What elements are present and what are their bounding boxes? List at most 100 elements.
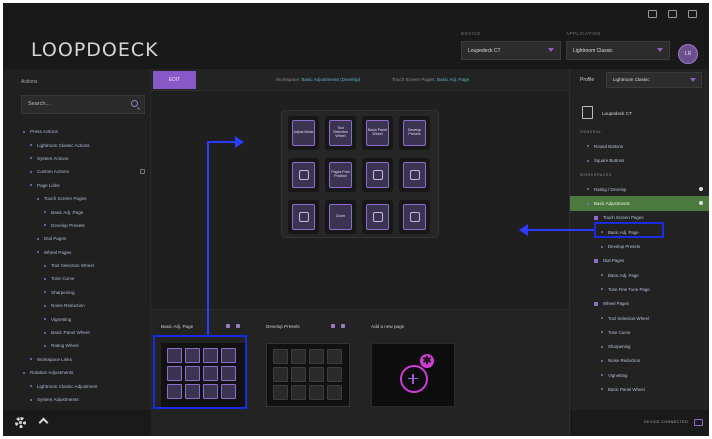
- profile-dropdown[interactable]: Lightroom Classic: [606, 72, 702, 88]
- profile-tree-item[interactable]: Rating / Develop: [570, 182, 709, 196]
- bullet-icon: [44, 344, 46, 347]
- page-thumbnail-develop-presets[interactable]: [266, 343, 350, 407]
- profile-tree-item[interactable]: Develop Presets: [570, 239, 709, 253]
- annotation-line: [528, 229, 594, 231]
- actions-sidebar: Actions Search... Press Actions Lightroom…: [3, 69, 151, 436]
- sidebar-item-label: Dial Pages: [44, 236, 67, 242]
- touchscreen-key[interactable]: [362, 158, 393, 192]
- maximize-icon[interactable]: [668, 10, 677, 18]
- touch-screen-value[interactable]: Basic Adj. Page: [437, 77, 469, 82]
- toggle-icon[interactable]: [699, 187, 703, 192]
- bullet-icon: [44, 224, 46, 227]
- profile-tree-item[interactable]: Round Buttons: [570, 139, 709, 153]
- sidebar-item[interactable]: Wheel Pages: [3, 246, 151, 259]
- sidebar-item[interactable]: Develop Presets: [3, 219, 151, 232]
- touchscreen-key[interactable]: Adjust Mode: [288, 116, 319, 150]
- toggle-icon[interactable]: [699, 201, 703, 206]
- sidebar-item[interactable]: Basic Adj. Page: [3, 205, 151, 218]
- device-label: DEVICE: [461, 31, 481, 36]
- key-label: Pages Free Position: [329, 162, 352, 188]
- thumbnail-key: [291, 349, 306, 364]
- sidebar-item-label: Custom Actions: [37, 169, 69, 175]
- sidebar-item[interactable]: Noise Reduction: [3, 299, 151, 312]
- device-touchscreen: Adjust Mode Tool Selection Wheel Basic Pan…: [281, 110, 439, 238]
- sidebar-item[interactable]: System Actions: [3, 152, 151, 165]
- chevron-up-icon[interactable]: [38, 417, 49, 428]
- sidebar-item[interactable]: Touch Screen Pages: [3, 192, 151, 205]
- avatar[interactable]: LR: [678, 44, 698, 64]
- sidebar-item[interactable]: Workspace Links: [3, 353, 151, 366]
- add-page-button[interactable]: ✱: [371, 343, 455, 407]
- bullet-icon: [44, 304, 46, 307]
- sidebar-item[interactable]: Tool Selection Wheel: [3, 259, 151, 272]
- touchscreen-key[interactable]: [362, 200, 393, 234]
- profile-tree-item[interactable]: Tool Selection Wheel: [570, 311, 709, 325]
- gear-icon[interactable]: [15, 417, 26, 428]
- plus-icon: [408, 372, 418, 386]
- touchscreen-key[interactable]: Basic Panel Wheel: [362, 116, 393, 150]
- sidebar-item[interactable]: Rating Wheel: [3, 339, 151, 352]
- sidebar-item[interactable]: Dial Pages: [3, 232, 151, 245]
- profile-tree-item[interactable]: Basic Adj. Page: [570, 268, 709, 282]
- edit-icon[interactable]: [331, 324, 335, 328]
- thumbnail-key: [327, 385, 342, 400]
- device-icon: [582, 106, 593, 119]
- tab-profile[interactable]: Profile: [580, 77, 594, 83]
- edit-icon[interactable]: [226, 324, 230, 328]
- window-controls: [648, 10, 697, 18]
- delete-icon[interactable]: [341, 324, 345, 328]
- bullet-icon: [601, 288, 603, 291]
- profile-tree-item[interactable]: Basic Panel Wheel: [570, 382, 709, 396]
- sidebar-item[interactable]: Lightroom Classic Adjustment: [3, 379, 151, 392]
- touchscreen-key[interactable]: Pages Free Position: [325, 158, 356, 192]
- application-dropdown[interactable]: Lightroom Classic: [566, 41, 670, 60]
- sidebar-item[interactable]: Page Links: [3, 179, 151, 192]
- loupedeck-app-window: LOOPDOECK DEVICE Loupedeck CT APPLICATIO…: [3, 3, 709, 436]
- minimize-icon[interactable]: [648, 10, 657, 18]
- profile-tree-item[interactable]: Noise Reduction: [570, 354, 709, 368]
- tree-item-label: Sharpening: [608, 344, 631, 350]
- sidebar-item[interactable]: Vignetting: [3, 312, 151, 325]
- profile-tree-item[interactable]: Basic Adjustments: [570, 196, 709, 211]
- device-dropdown[interactable]: Loupedeck CT: [461, 41, 561, 60]
- sidebar-item[interactable]: Lightroom Classic Actions: [3, 138, 151, 151]
- profile-header: Profile Lightroom Classic: [570, 69, 709, 91]
- touchscreen-key[interactable]: Tool Selection Wheel: [325, 116, 356, 150]
- sidebar-item-label: System Actions: [37, 155, 69, 161]
- touchscreen-key[interactable]: [288, 158, 319, 192]
- sidebar-item[interactable]: Rotation Adjustments: [3, 366, 151, 379]
- sidebar-item[interactable]: Sharpening: [3, 286, 151, 299]
- sidebar-item-label: Rating Wheel: [51, 343, 79, 349]
- profile-tree-item[interactable]: Tone Fine Tune Page: [570, 282, 709, 296]
- profile-tree-item[interactable]: Wheel Pages: [570, 297, 709, 311]
- profile-tree-item[interactable]: Sharpening: [570, 339, 709, 353]
- profile-tree-item[interactable]: Vignetting: [570, 368, 709, 382]
- touchscreen-key[interactable]: Develop Presets: [399, 116, 430, 150]
- touchscreen-key[interactable]: [399, 158, 430, 192]
- profile-tree-item[interactable]: Tone Curve: [570, 325, 709, 339]
- folder-icon[interactable]: [140, 169, 145, 175]
- sidebar-item-label: Tone Curve: [51, 276, 75, 282]
- bullet-icon: [601, 345, 603, 348]
- profile-tree-item[interactable]: Square Buttons: [570, 154, 709, 168]
- sidebar-item[interactable]: Basic Panel Wheel: [3, 326, 151, 339]
- profile-tree-item[interactable]: Dial Pages: [570, 254, 709, 268]
- edit-button[interactable]: EDIT: [153, 71, 196, 89]
- search-icon[interactable]: [131, 100, 138, 107]
- page-label: Basic Adj. Page: [161, 324, 194, 329]
- touchscreen-key[interactable]: Zoom: [325, 200, 356, 234]
- sidebar-item[interactable]: Custom Actions: [3, 165, 151, 178]
- workspace-value[interactable]: Basic Adjustments (Develop): [301, 77, 360, 82]
- touchscreen-key[interactable]: [288, 200, 319, 234]
- touchscreen-key[interactable]: [399, 200, 430, 234]
- bullet-icon: [30, 358, 32, 361]
- search-input[interactable]: Search...: [21, 95, 145, 114]
- bullet-icon: [23, 130, 25, 133]
- action-icon: [366, 162, 389, 188]
- sidebar-item[interactable]: System Adjustments: [3, 393, 151, 406]
- delete-icon[interactable]: [236, 324, 240, 328]
- sidebar-item-label: Lightroom Classic Actions: [37, 142, 90, 148]
- close-icon[interactable]: [688, 10, 697, 18]
- sidebar-item[interactable]: Tone Curve: [3, 272, 151, 285]
- sidebar-item[interactable]: Press Actions: [3, 125, 151, 138]
